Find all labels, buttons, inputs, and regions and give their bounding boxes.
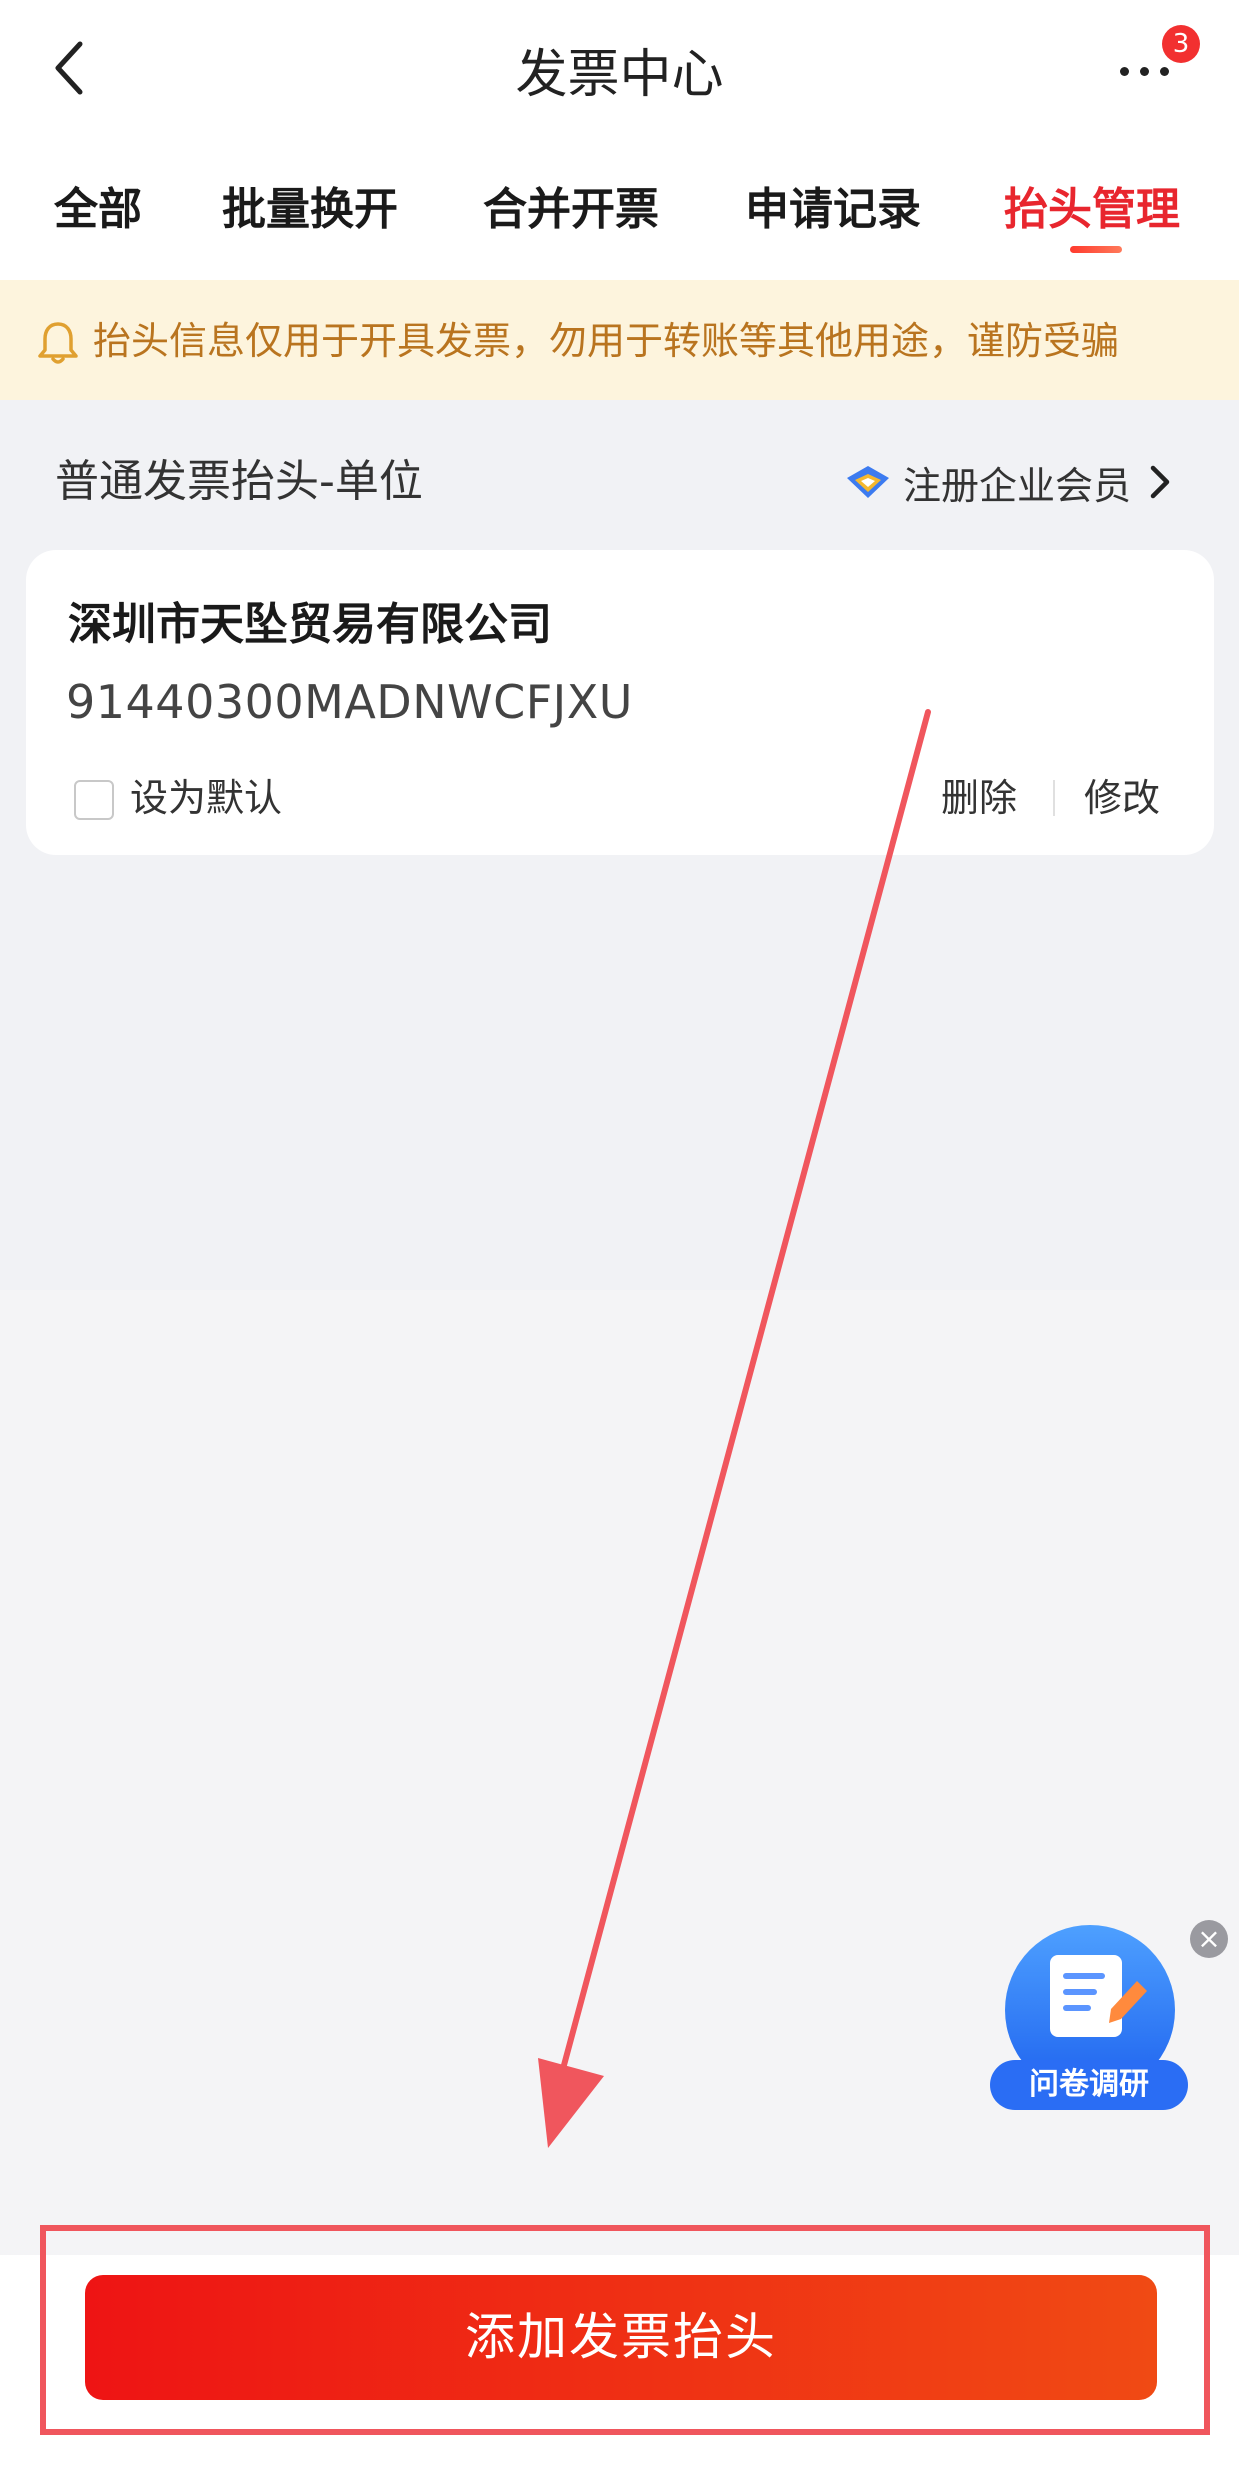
more-dot	[1160, 67, 1169, 76]
document-pencil-icon	[1050, 1955, 1147, 2037]
top-navigation-bar: 发票中心 3 全部 批量换开 合并开票 申请记录 抬头管理	[0, 0, 1239, 280]
company-name: 深圳市天坠贸易有限公司	[68, 599, 552, 650]
enterprise-diamond-icon	[847, 466, 889, 498]
notification-badge: 3	[1162, 25, 1200, 63]
bell-icon	[38, 322, 78, 364]
more-dot	[1140, 67, 1149, 76]
tab-batch-reissue[interactable]: 批量换开	[222, 175, 398, 245]
set-default-label[interactable]: 设为默认	[130, 770, 282, 826]
chevron-right-icon	[1150, 465, 1170, 499]
set-default-checkbox[interactable]	[74, 780, 114, 820]
edit-button[interactable]: 修改	[1084, 770, 1160, 826]
action-divider	[1053, 780, 1055, 816]
more-dots-icon	[1120, 67, 1129, 76]
page-title: 发票中心	[515, 45, 724, 105]
annotation-highlight-box	[40, 2225, 1210, 2435]
section-title: 普通发票抬头-单位	[55, 456, 423, 507]
survey-close-icon[interactable]: ×	[1190, 1920, 1228, 1958]
notice-banner: 抬头信息仅用于开具发票，勿用于转账等其他用途，谨防受骗	[0, 280, 1239, 400]
notice-text: 抬头信息仅用于开具发票，勿用于转账等其他用途，谨防受骗	[93, 319, 1120, 363]
delete-button[interactable]: 删除	[941, 770, 1017, 826]
active-tab-indicator	[1070, 246, 1122, 253]
register-enterprise-link[interactable]: 注册企业会员	[845, 450, 1187, 514]
tab-application-records[interactable]: 申请记录	[745, 175, 921, 245]
survey-label: 问卷调研	[990, 2060, 1188, 2110]
invoice-title-card[interactable]: 深圳市天坠贸易有限公司 91440300MADNWCFJXU 设为默认 删除 修…	[26, 550, 1214, 855]
register-enterprise-label: 注册企业会员	[903, 463, 1132, 508]
survey-widget[interactable]: 问卷调研	[990, 1925, 1190, 2115]
tab-title-management[interactable]: 抬头管理	[1004, 175, 1180, 245]
tax-id: 91440300MADNWCFJXU	[66, 675, 633, 729]
tab-merge-invoice[interactable]: 合并开票	[483, 175, 659, 245]
tab-all[interactable]: 全部	[54, 175, 142, 245]
